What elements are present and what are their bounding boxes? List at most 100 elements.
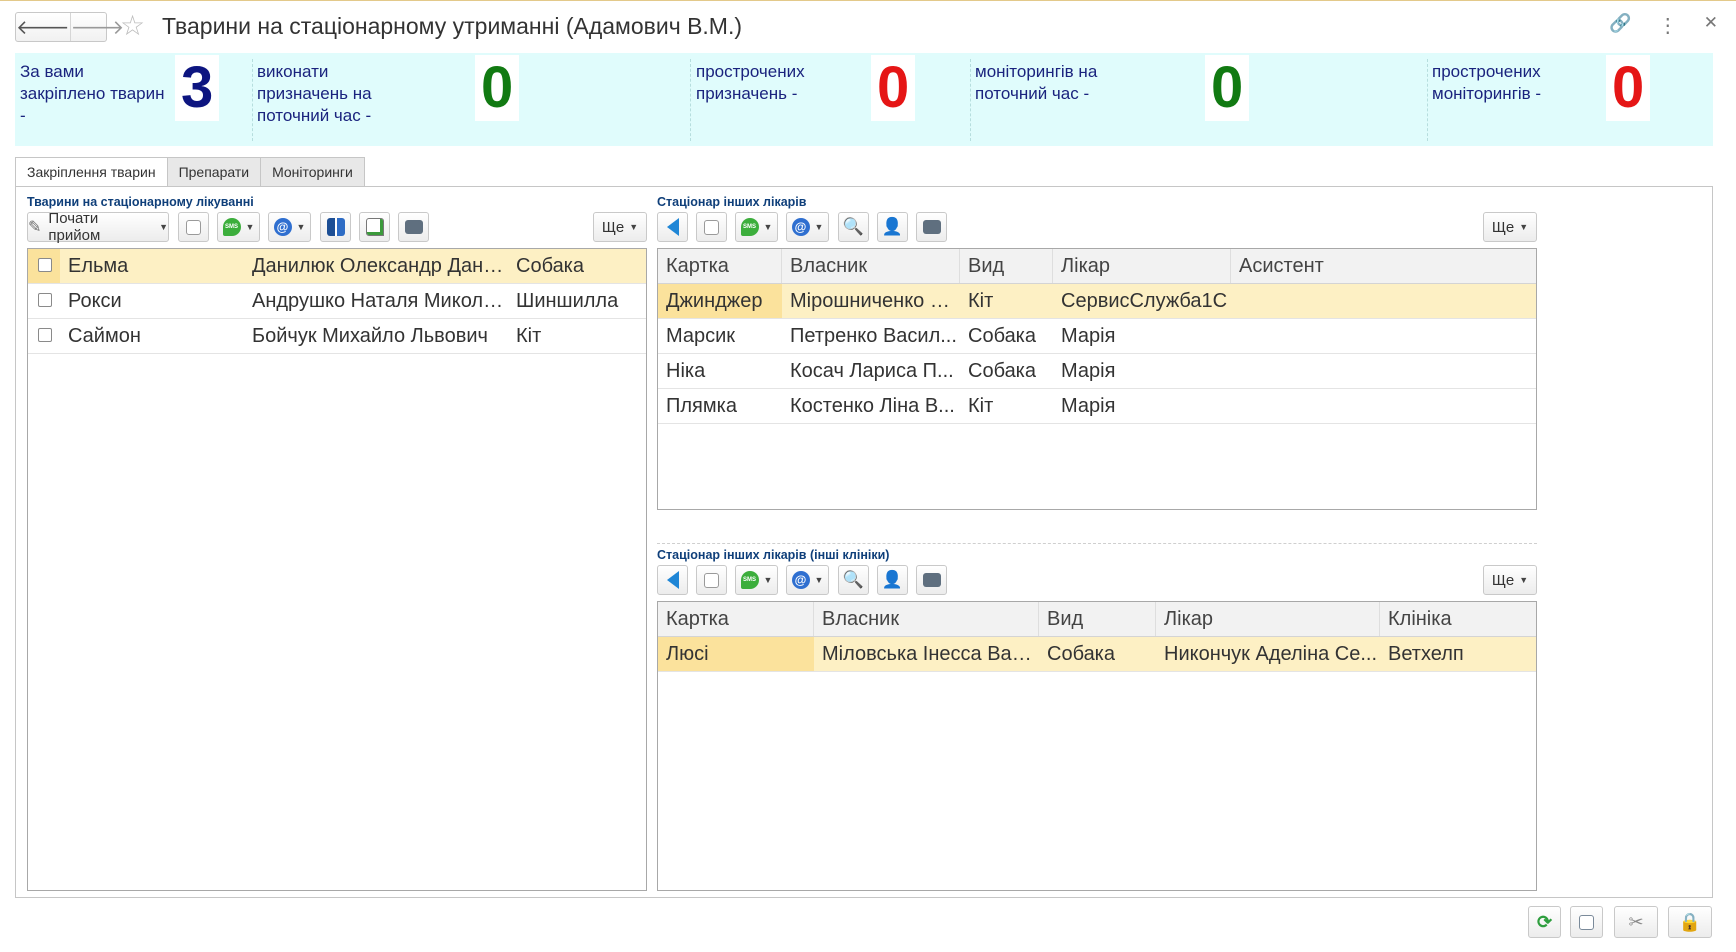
sms-icon: SMS: [740, 218, 759, 236]
print-button[interactable]: [916, 565, 947, 595]
print-button[interactable]: [398, 212, 429, 242]
forward-arrow-icon[interactable]: 🡒: [69, 13, 124, 41]
sms-button[interactable]: SMS ▼: [217, 212, 260, 242]
more-button[interactable]: Ще ▼: [593, 212, 647, 242]
animal-name: Саймон: [68, 325, 141, 347]
card-cell: Марсик: [666, 325, 736, 347]
print-icon: [922, 573, 941, 587]
column-header[interactable]: Картка: [658, 602, 814, 636]
search-button[interactable]: 🔍: [838, 212, 869, 242]
owner-cell: Петренко Васил...: [790, 325, 957, 347]
column-header[interactable]: Власник: [814, 602, 1039, 636]
table-header: Картка Власник Вид Лікар Клініка: [658, 602, 1536, 637]
chevron-down-icon: ▼: [159, 222, 168, 232]
table-row[interactable]: Ніка Косач Лариса П... Собака Марія: [658, 354, 1536, 389]
column-header[interactable]: Лікар: [1156, 602, 1380, 636]
row-checkbox[interactable]: [38, 328, 52, 342]
sms-button[interactable]: SMS ▼: [735, 212, 778, 242]
stat-divider: [690, 59, 691, 141]
lock-button[interactable]: 🔒: [1668, 906, 1712, 938]
lock-icon: 🔒: [1678, 911, 1702, 932]
record-icon: [1579, 914, 1594, 930]
more-menu-icon[interactable]: ⋮: [1658, 13, 1678, 38]
table-row[interactable]: Ельма Данилюк Олександр Дани... Собака: [28, 249, 646, 284]
user-search-button[interactable]: 👤: [877, 565, 908, 595]
user-search-button[interactable]: 👤: [877, 212, 908, 242]
row-checkbox-cell: [28, 284, 60, 318]
owner-name: Андрушко Наталя Миколаї...: [252, 290, 508, 312]
title-bar: 🡐 🡒 ☆ Тварини на стаціонарному утриманні…: [0, 0, 1736, 52]
column-header[interactable]: Вид: [960, 249, 1053, 283]
link-icon[interactable]: 🔗: [1609, 13, 1631, 38]
more-button[interactable]: Ще ▼: [1483, 212, 1537, 242]
close-icon[interactable]: ✕: [1704, 13, 1718, 38]
page-title: Тварини на стаціонарному утриманні (Адам…: [162, 13, 743, 39]
refresh-icon: ⟳: [1536, 911, 1553, 932]
species: Шиншилла: [516, 290, 619, 312]
more-button[interactable]: Ще ▼: [1483, 565, 1537, 595]
copy-icon: [704, 219, 719, 235]
print-button[interactable]: [916, 212, 947, 242]
table-row[interactable]: Люсі Міловська Інесса Вал... Собака Нико…: [658, 637, 1536, 672]
species: Собака: [516, 255, 584, 277]
print-icon: [404, 220, 423, 234]
sms-button[interactable]: SMS ▼: [735, 565, 778, 595]
email-button[interactable]: @ ▼: [268, 212, 311, 242]
stat-overdue-label: прострочених призначень -: [696, 62, 805, 103]
stat-assigned-label: За вами закріплено тварин -: [20, 62, 165, 125]
column-header[interactable]: Картка: [658, 249, 782, 283]
report-button[interactable]: [359, 212, 390, 242]
copy-button[interactable]: [696, 212, 727, 242]
email-button[interactable]: @ ▼: [786, 212, 829, 242]
table-row[interactable]: Рокси Андрушко Наталя Миколаї... Шиншилл…: [28, 284, 646, 319]
table-row[interactable]: Марсик Петренко Васил... Собака Марія: [658, 319, 1536, 354]
card-cell: Ніка: [666, 360, 706, 382]
copy-button[interactable]: [178, 212, 209, 242]
table-row[interactable]: Джинджер Мірошниченко Є... Кіт СервисСлу…: [658, 284, 1536, 319]
column-header[interactable]: Вид: [1039, 602, 1156, 636]
back-arrow-icon: [666, 218, 679, 236]
sms-icon: SMS: [740, 571, 759, 589]
doctor-cell: Марія: [1061, 325, 1116, 347]
table-row[interactable]: Саймон Бойчук Михайло Львович Кіт: [28, 319, 646, 354]
tab-animal-assignment[interactable]: Закріплення тварин: [15, 157, 168, 187]
column-header[interactable]: Асистент: [1231, 249, 1536, 283]
tools-icon: ✂: [1628, 911, 1644, 932]
animal-name: Рокси: [68, 290, 122, 312]
back-button[interactable]: [657, 565, 688, 595]
start-appointment-button[interactable]: ✎ Почати прийом ▼: [27, 210, 169, 244]
book-button[interactable]: [320, 212, 351, 242]
column-header[interactable]: Власник: [782, 249, 960, 283]
copy-icon: [186, 219, 201, 235]
settings-button[interactable]: ✂: [1614, 906, 1658, 938]
email-button[interactable]: @ ▼: [786, 565, 829, 595]
copy-button[interactable]: [696, 565, 727, 595]
chevron-down-icon: ▼: [814, 575, 824, 585]
person-icon: 👤: [881, 217, 904, 236]
doctor-cell: Марія: [1061, 360, 1116, 382]
card-cell: Плямка: [666, 395, 737, 417]
column-header[interactable]: Лікар: [1053, 249, 1231, 283]
stat-overdue-monitoring-label: прострочених моніторингів -: [1432, 62, 1542, 103]
row-checkbox[interactable]: [38, 293, 52, 307]
stat-due-label: виконати призначень на поточний час -: [257, 62, 372, 125]
row-checkbox-cell: [28, 249, 60, 283]
back-button[interactable]: [657, 212, 688, 242]
assistant-cell: [1231, 319, 1536, 353]
report-icon: [365, 218, 384, 236]
tab-drugs[interactable]: Препарати: [167, 157, 262, 187]
tab-monitoring[interactable]: Моніторинги: [261, 157, 365, 187]
favorite-star-icon[interactable]: ☆: [120, 12, 145, 40]
chevron-down-icon: ▼: [1519, 222, 1529, 232]
stat-assigned-value: 3: [175, 55, 220, 121]
refresh-button[interactable]: ⟳: [1528, 906, 1561, 938]
search-button[interactable]: 🔍: [838, 565, 869, 595]
search-icon: 🔍: [842, 217, 865, 236]
row-checkbox[interactable]: [38, 258, 52, 272]
table-row[interactable]: Плямка Костенко Ліна В... Кіт Марія: [658, 389, 1536, 424]
column-header[interactable]: Клініка: [1380, 602, 1536, 636]
table-header: Картка Власник Вид Лікар Асистент: [658, 249, 1536, 284]
owner-cell: Мірошниченко Є...: [790, 290, 960, 312]
record-button[interactable]: [1570, 906, 1603, 938]
back-arrow-icon[interactable]: 🡐: [16, 13, 70, 41]
